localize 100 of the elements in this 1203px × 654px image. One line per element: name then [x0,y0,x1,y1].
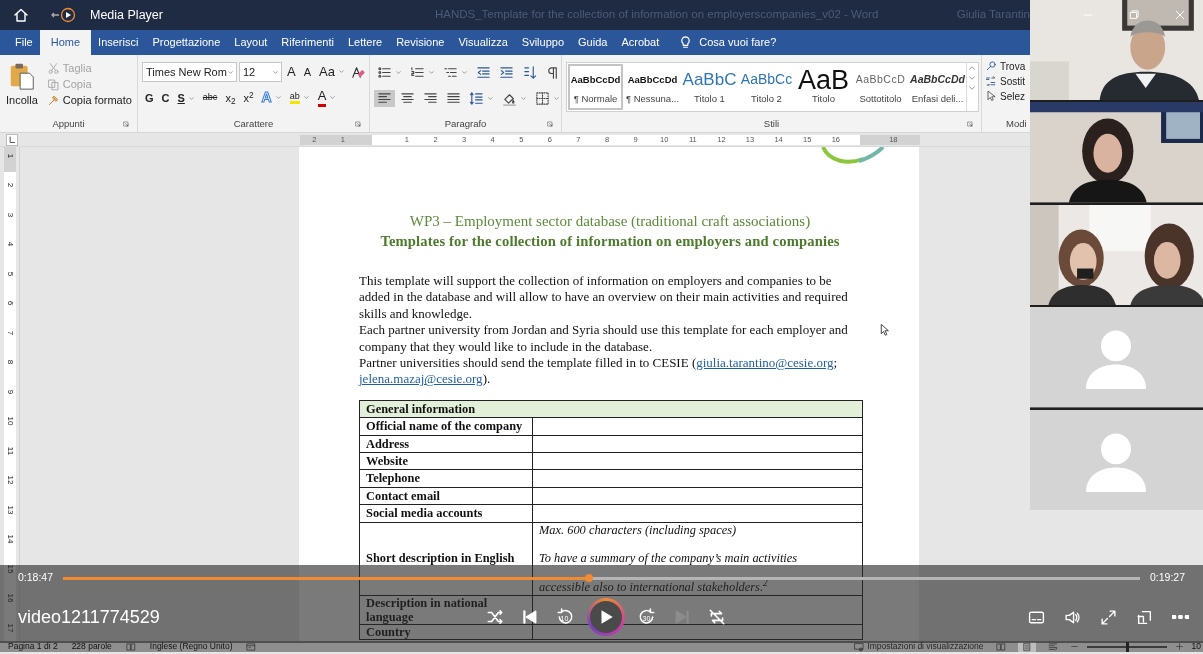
caret-icon [395,68,402,76]
ruler-number: 6 [5,301,16,306]
scissors-icon [46,62,60,75]
ribbon-tab[interactable]: File [8,30,40,55]
numbered-list-icon [410,64,425,80]
align-center-icon [400,90,415,106]
replace-button[interactable]: Sostit [984,74,1026,88]
paste-button[interactable]: Incolla [4,59,40,117]
ribbon-tab[interactable]: Riferimenti [274,30,341,55]
align-left-icon [377,90,392,106]
volume-icon [1063,608,1081,626]
progress-thumb[interactable] [584,574,593,582]
style-item[interactable]: AaBbCcDd ¶ Normale [567,63,624,111]
highlight-button[interactable]: ab [286,90,313,106]
macro-icon [246,641,257,652]
group-label: Carattere [233,117,274,132]
clear-formatting-icon [350,64,365,80]
language-label: Inglese (Regno Unito) [149,640,233,653]
table-cell: Website [359,452,533,470]
close-icon [1174,9,1186,21]
slider-thumb[interactable] [1125,641,1129,652]
ribbon-tab[interactable]: Visualizza [451,30,515,55]
ruler-number: 8 [5,360,16,365]
caret-icon [428,68,435,76]
ribbon-tab[interactable]: Inserisci [91,30,146,55]
align-left-button[interactable] [374,89,395,107]
dialog-launcher-icon [547,121,555,129]
ribbon-tab[interactable]: Acrobat [614,30,667,55]
strike-button[interactable]: abc [199,92,221,104]
zoom-level: 10 [1191,640,1201,653]
shuffle-icon [485,608,504,626]
avatar-icon [1030,307,1203,408]
email-link[interactable]: jelena.mazaj@cesie.org [359,371,483,387]
italic-button[interactable]: C [158,90,173,106]
caret-icon [461,68,468,76]
bold-button[interactable]: G [142,90,157,106]
ribbon-tab[interactable]: Layout [227,30,275,55]
restore-icon [1128,9,1140,21]
color-button[interactable]: A [314,88,340,108]
view-web-icon [1047,641,1058,652]
display-settings-button[interactable]: Impostazioni di visualizzazione [854,641,984,652]
paragraph: This template will support the collection of information on employers and companies to be added in the database and will allow to have an overview on their main activities and required skills and knowledge. [359,273,849,323]
caret-icon [272,68,280,76]
view-print-icon [1021,641,1032,652]
forward-icon [637,608,656,626]
ruler-number: 14 [5,534,16,544]
format-painter-button[interactable]: Copia formato [43,93,135,108]
group-label: Stili [763,117,780,132]
progress-track[interactable] [63,576,1140,580]
mouse-pointer-icon [879,323,891,337]
dialog-launcher-icon [355,121,363,129]
video-title: video1211774529 [18,606,160,627]
group-label: Paragrafo [444,117,487,132]
font-name-field[interactable]: Times New Rom [142,62,237,82]
subscript-button[interactable]: x$_{2}$ [222,90,239,106]
caret-icon [226,68,234,76]
grow-font-button[interactable]: A [284,63,299,81]
ribbon-tab[interactable]: Progettazione [145,30,228,55]
ribbon-tab[interactable]: Revisione [389,30,452,55]
font-size-field[interactable]: 12 [238,62,283,82]
caret-icon [302,94,310,102]
app-title: Media Player [90,6,163,24]
table-cell: Social media accounts [359,504,533,523]
email-link[interactable]: giulia.tarantino@cesie.org [696,355,834,371]
case-font-button[interactable]: Aa [316,63,348,81]
search-icon [985,60,997,72]
ribbon-tab[interactable]: Sviluppo [514,30,571,55]
decrease-indent-icon [476,64,491,80]
ribbon-tab[interactable]: Home [39,30,92,55]
fullscreen-icon [1099,608,1117,626]
ruler-number: 17 [5,623,16,633]
caret-icon [187,94,195,102]
table-header: General information [359,400,863,418]
find-button[interactable]: Trova [984,59,1027,73]
gallery-down-icon [967,73,977,83]
table-cell: Country [359,624,533,640]
ribbon-tab[interactable]: Guida [571,30,615,55]
view-print-button[interactable] [1017,641,1036,652]
zoom-in-icon [1174,642,1184,651]
ruler-number: 11 [5,446,16,455]
ruler-number: 7 [5,330,16,335]
total-time: 0:19:27 [1149,570,1185,586]
subtitles-icon [1027,608,1045,626]
dialog-launcher-icon [123,121,131,129]
tell-me-field[interactable]: Cosa vuoi fare? [699,34,800,51]
caret-icon [329,94,337,102]
previous-icon [520,608,539,626]
elapsed-time: 0:18:47 [18,570,54,586]
paragraph: Each partner university from Jordan and Syria should use this template for each employer and company that they would like to include in the database. [359,322,849,356]
ruler-number: 15 [5,564,16,574]
ribbon-tab[interactable]: Lettere [340,30,390,55]
select-button[interactable]: Selez [984,89,1026,103]
page-count: Pagina 1 di 2 [8,640,58,653]
gallery-more-icon [967,83,977,93]
document-subheading: Templates for the collection of information on employers and companies [379,232,841,251]
word-count: 228 parole [71,640,112,653]
shrink-font-button[interactable]: A [300,64,315,80]
table-cell: Official name of the company [359,417,533,436]
underline-button[interactable]: S [174,90,198,106]
superscript-button[interactable]: x$^{2}$ [240,90,257,106]
